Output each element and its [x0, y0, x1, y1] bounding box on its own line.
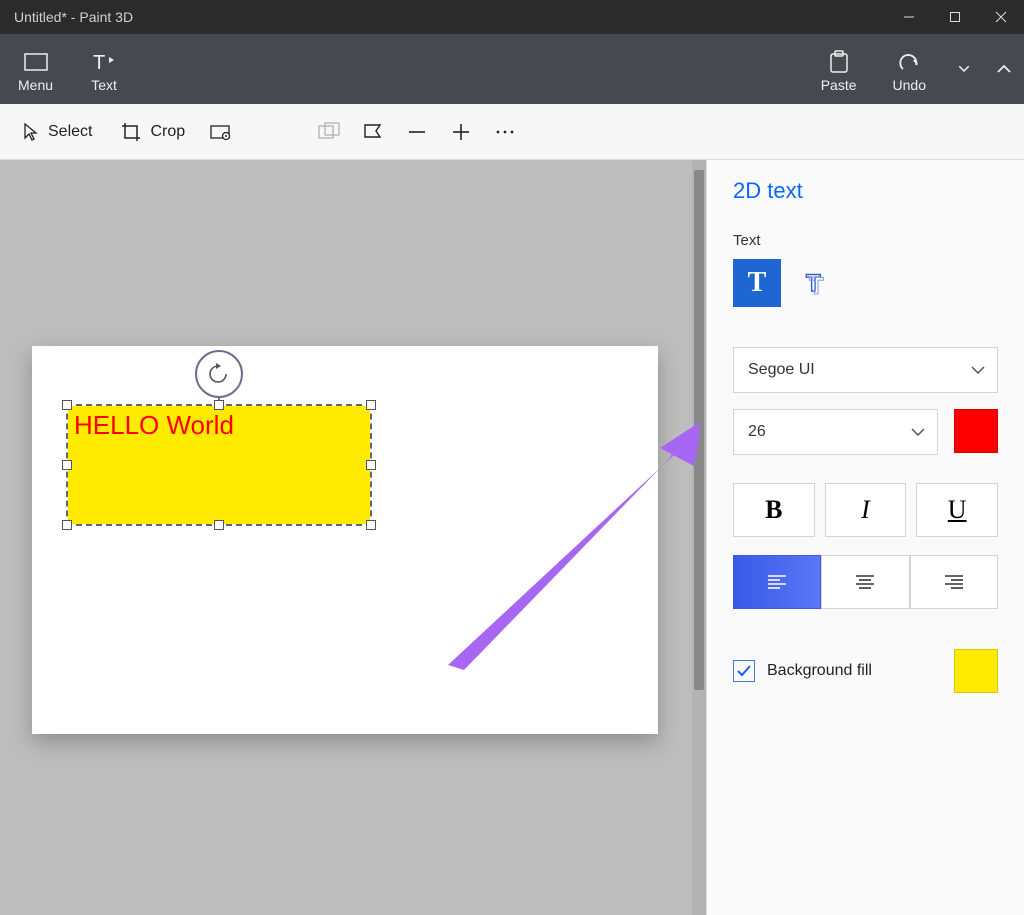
align-right-button[interactable]	[910, 555, 998, 609]
minus-tool[interactable]	[397, 112, 437, 152]
text-box-selection[interactable]: HELLO World	[68, 406, 370, 524]
flag-tool[interactable]	[353, 112, 393, 152]
bold-button[interactable]: B	[733, 483, 815, 537]
rotate-icon	[206, 361, 232, 387]
undo-button[interactable]: Undo	[875, 34, 944, 104]
background-fill-checkbox[interactable]	[733, 660, 755, 682]
text-3d-button[interactable]: T T	[795, 259, 843, 307]
svg-text:T: T	[93, 52, 105, 73]
align-right-icon	[943, 574, 965, 590]
minimize-button[interactable]	[886, 0, 932, 34]
resize-handle-n[interactable]	[214, 400, 224, 410]
canvas-text-content[interactable]: HELLO World	[68, 406, 370, 445]
secondary-toolbar: Select Crop	[0, 104, 1024, 160]
collapse-ribbon[interactable]	[984, 34, 1024, 104]
properties-panel: 2D text Text T T T Segoe UI	[706, 160, 1024, 915]
text-label: Text	[91, 77, 117, 93]
font-size-value: 26	[748, 423, 766, 441]
select-tool[interactable]: Select	[10, 116, 104, 148]
cursor-icon	[22, 122, 40, 142]
more-tools[interactable]	[485, 112, 525, 152]
vertical-scrollbar[interactable]	[692, 160, 706, 915]
crop-tool[interactable]: Crop	[108, 115, 197, 149]
rotate-handle[interactable]	[195, 350, 243, 398]
check-icon	[737, 665, 751, 677]
panel-title: 2D text	[733, 178, 998, 204]
ribbon: Menu T Text Paste Undo	[0, 34, 1024, 104]
scroll-thumb[interactable]	[694, 170, 704, 690]
crop-icon	[120, 121, 142, 143]
magic-select-tool[interactable]	[201, 112, 241, 152]
app-window: Untitled* - Paint 3D Menu T Text	[0, 0, 1024, 915]
background-fill-color[interactable]	[954, 649, 998, 693]
close-button[interactable]	[978, 0, 1024, 34]
svg-text:T: T	[809, 273, 824, 299]
menu-button[interactable]: Menu	[0, 34, 71, 104]
select-label: Select	[48, 123, 92, 141]
menu-icon	[23, 47, 49, 77]
3d-view-tool[interactable]	[309, 112, 349, 152]
more-dropdown[interactable]	[944, 34, 984, 104]
paste-button[interactable]: Paste	[803, 34, 875, 104]
underline-button[interactable]: U	[916, 483, 998, 537]
text-3d-icon: T T	[803, 267, 835, 299]
text-color-swatch[interactable]	[954, 409, 998, 453]
resize-handle-sw[interactable]	[62, 520, 72, 530]
align-group	[733, 555, 998, 609]
main-area: HELLO World	[0, 160, 1024, 915]
text-group-label: Text	[733, 232, 998, 249]
resize-handle-ne[interactable]	[366, 400, 376, 410]
paste-label: Paste	[821, 77, 857, 93]
canvas-viewport[interactable]: HELLO World	[0, 160, 706, 915]
resize-handle-nw[interactable]	[62, 400, 72, 410]
maximize-button[interactable]	[932, 0, 978, 34]
resize-handle-w[interactable]	[62, 460, 72, 470]
window-title: Untitled* - Paint 3D	[14, 9, 886, 25]
background-fill-label: Background fill	[767, 662, 942, 680]
italic-button[interactable]: I	[825, 483, 907, 537]
resize-handle-s[interactable]	[214, 520, 224, 530]
title-bar: Untitled* - Paint 3D	[0, 0, 1024, 34]
undo-icon	[896, 47, 922, 77]
menu-label: Menu	[18, 77, 53, 93]
font-family-value: Segoe UI	[748, 361, 815, 379]
chevron-down-icon	[971, 366, 985, 374]
text-tool-button[interactable]: T Text	[71, 34, 137, 104]
resize-handle-se[interactable]	[366, 520, 376, 530]
chevron-down-icon	[911, 428, 925, 436]
resize-handle-e[interactable]	[366, 460, 376, 470]
text-icon: T	[89, 47, 119, 77]
paste-icon	[828, 47, 850, 77]
crop-label: Crop	[150, 123, 185, 141]
align-left-icon	[766, 574, 788, 590]
plus-tool[interactable]	[441, 112, 481, 152]
align-center-icon	[854, 574, 876, 590]
font-size-select[interactable]: 26	[733, 409, 938, 455]
align-center-button[interactable]	[821, 555, 909, 609]
canvas[interactable]: HELLO World	[32, 346, 658, 734]
font-family-select[interactable]: Segoe UI	[733, 347, 998, 393]
text-2d-button[interactable]: T	[733, 259, 781, 307]
align-left-button[interactable]	[733, 555, 821, 609]
undo-label: Undo	[893, 77, 926, 93]
